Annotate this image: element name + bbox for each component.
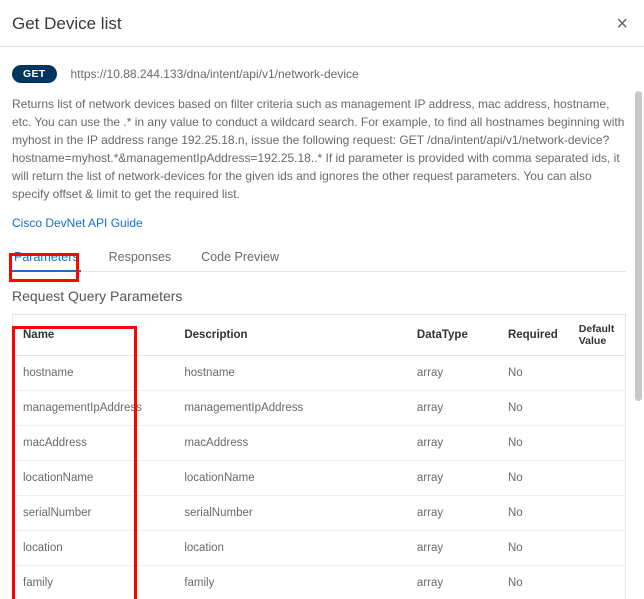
th-description: Description bbox=[174, 315, 407, 356]
cell-required: No bbox=[498, 356, 569, 391]
cell-required: No bbox=[498, 426, 569, 461]
th-datatype: DataType bbox=[407, 315, 498, 356]
table-row: familyfamilyarrayNo bbox=[13, 566, 626, 599]
cell-description: serialNumber bbox=[174, 496, 407, 531]
th-default: Default Value bbox=[569, 315, 626, 356]
cell-default bbox=[569, 496, 626, 531]
cell-description: location bbox=[174, 531, 407, 566]
cell-datatype: array bbox=[407, 391, 498, 426]
endpoint-row: GET https://10.88.244.133/dna/intent/api… bbox=[12, 65, 626, 83]
api-dialog: Get Device list × GET https://10.88.244.… bbox=[0, 0, 644, 597]
cell-description: managementIpAddress bbox=[174, 391, 407, 426]
cell-required: No bbox=[498, 531, 569, 566]
th-name: Name bbox=[13, 315, 175, 356]
cell-name: managementIpAddress bbox=[13, 391, 175, 426]
dialog-title: Get Device list bbox=[12, 14, 122, 34]
cell-required: No bbox=[498, 566, 569, 599]
table-header-row: Name Description DataType Required Defau… bbox=[13, 315, 626, 356]
cell-description: family bbox=[174, 566, 407, 599]
th-required: Required bbox=[498, 315, 569, 356]
cell-required: No bbox=[498, 391, 569, 426]
cell-default bbox=[569, 461, 626, 496]
cell-description: locationName bbox=[174, 461, 407, 496]
devnet-guide-link[interactable]: Cisco DevNet API Guide bbox=[12, 216, 143, 230]
dialog-header: Get Device list × bbox=[0, 0, 644, 47]
table-row: locationNamelocationNamearrayNo bbox=[13, 461, 626, 496]
tab-responses[interactable]: Responses bbox=[107, 244, 174, 271]
cell-name: hostname bbox=[13, 356, 175, 391]
cell-default bbox=[569, 391, 626, 426]
cell-name: location bbox=[13, 531, 175, 566]
tab-code-preview[interactable]: Code Preview bbox=[199, 244, 281, 271]
cell-datatype: array bbox=[407, 496, 498, 531]
cell-required: No bbox=[498, 496, 569, 531]
cell-default bbox=[569, 356, 626, 391]
close-icon[interactable]: × bbox=[616, 14, 628, 34]
cell-description: hostname bbox=[174, 356, 407, 391]
table-row: serialNumberserialNumberarrayNo bbox=[13, 496, 626, 531]
table-row: managementIpAddressmanagementIpAddressar… bbox=[13, 391, 626, 426]
endpoint-url: https://10.88.244.133/dna/intent/api/v1/… bbox=[71, 67, 359, 81]
table-row: macAddressmacAddressarrayNo bbox=[13, 426, 626, 461]
cell-name: macAddress bbox=[13, 426, 175, 461]
cell-datatype: array bbox=[407, 566, 498, 599]
tab-parameters[interactable]: Parameters bbox=[12, 244, 81, 271]
table-row: hostnamehostnamearrayNo bbox=[13, 356, 626, 391]
cell-description: macAddress bbox=[174, 426, 407, 461]
cell-name: locationName bbox=[13, 461, 175, 496]
cell-default bbox=[569, 566, 626, 599]
cell-datatype: array bbox=[407, 531, 498, 566]
scroll-area[interactable]: GET https://10.88.244.133/dna/intent/api… bbox=[0, 47, 644, 599]
cell-default bbox=[569, 426, 626, 461]
section-title: Request Query Parameters bbox=[12, 288, 626, 304]
cell-default bbox=[569, 531, 626, 566]
cell-required: No bbox=[498, 461, 569, 496]
http-method-badge: GET bbox=[12, 65, 57, 83]
table-row: locationlocationarrayNo bbox=[13, 531, 626, 566]
api-description: Returns list of network devices based on… bbox=[12, 95, 626, 203]
cell-name: family bbox=[13, 566, 175, 599]
content: GET https://10.88.244.133/dna/intent/api… bbox=[0, 47, 644, 599]
cell-datatype: array bbox=[407, 461, 498, 496]
tab-bar: Parameters Responses Code Preview bbox=[12, 244, 626, 272]
query-params-table: Name Description DataType Required Defau… bbox=[12, 314, 626, 599]
cell-name: serialNumber bbox=[13, 496, 175, 531]
cell-datatype: array bbox=[407, 426, 498, 461]
scrollbar-thumb[interactable] bbox=[635, 91, 642, 401]
cell-datatype: array bbox=[407, 356, 498, 391]
